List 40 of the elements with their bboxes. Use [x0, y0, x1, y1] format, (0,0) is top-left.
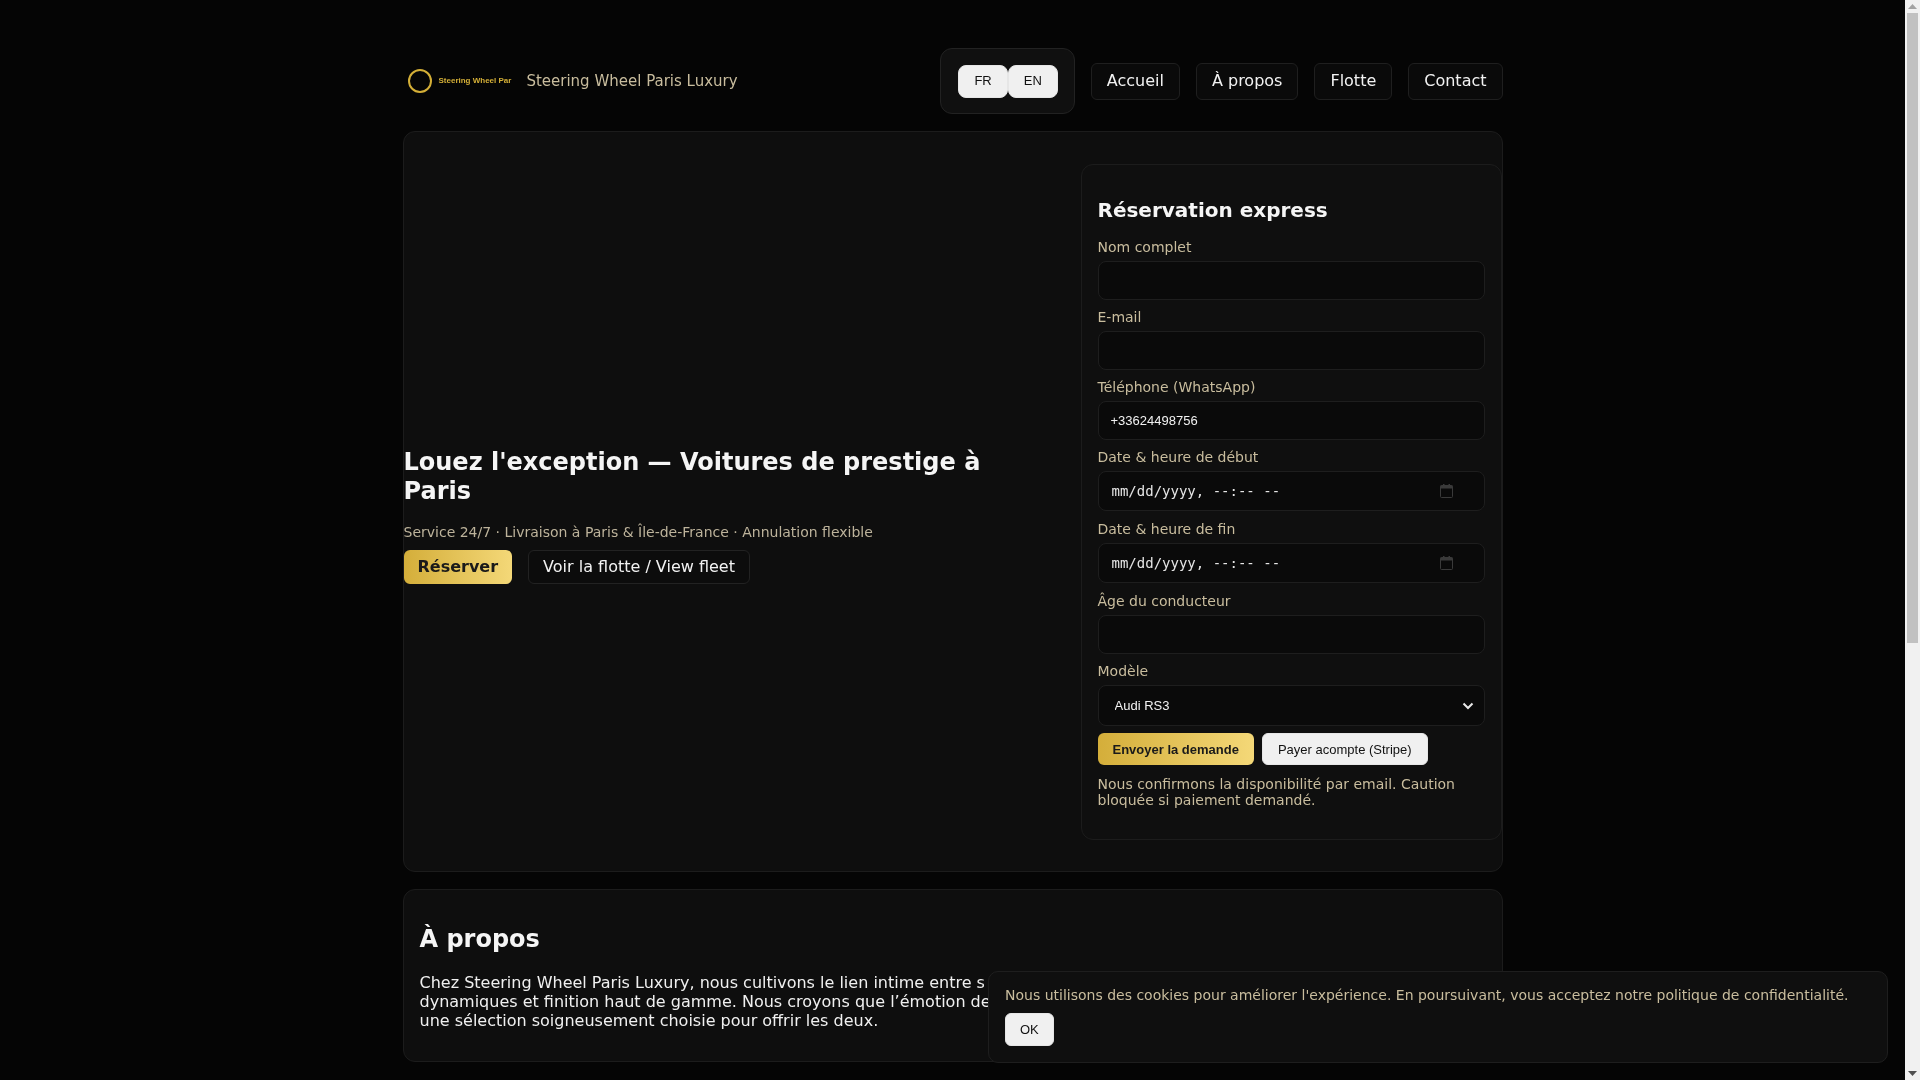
nav-link[interactable]: Flotte [1314, 62, 1393, 100]
accept-button[interactable]: OK [1005, 1013, 1054, 1046]
text-field[interactable]: +33624498756 [1097, 401, 1485, 440]
scrollbar-thumb[interactable] [1907, 13, 1918, 643]
field-label: Date & heure de fin [1097, 520, 1237, 539]
field-label: Téléphone (WhatsApp) [1097, 378, 1257, 397]
scroll-up-icon[interactable] [1908, 4, 1917, 9]
calendar-icon [1439, 484, 1453, 498]
nav-link[interactable]: Contact [1408, 62, 1503, 100]
nav-link[interactable]: À propos [1195, 62, 1299, 100]
primary-button[interactable]: Réserver [403, 549, 513, 584]
about-text: une sélection soigneusement choisie pour offrir les deux. [419, 1010, 879, 1030]
form-title: Réservation express [1097, 198, 1329, 222]
cookie-text: Nous utilisons des cookies pour améliorer l'expérience. En poursuivant, vous acceptez notre politique de confidentialité. [1005, 986, 1850, 1005]
hero-subtitle: Service 24/7 · Livraison à Paris & Île-de-France · Annulation flexible [403, 522, 874, 542]
primary-button[interactable]: Envoyer la demande [1097, 733, 1254, 765]
field-label: Nom complet [1097, 238, 1193, 257]
field-label: Date & heure de début [1097, 448, 1260, 467]
language-button[interactable]: FR [958, 64, 1008, 98]
hero-title: Louez l'exception — Voitures de prestige à Paris [403, 448, 982, 506]
nav-link[interactable]: Accueil [1090, 62, 1180, 100]
brand-name: Steering Wheel Paris Luxury [526, 70, 738, 92]
calendar-icon [1439, 556, 1453, 570]
scroll-down-icon[interactable] [1908, 1071, 1917, 1076]
field-label: Modèle [1097, 662, 1150, 681]
field-label: Âge du conducteur [1097, 591, 1232, 611]
chevron-down-icon [1461, 702, 1474, 710]
date-time-field[interactable]: mm/dd/yyyy, --:-- -- [1097, 543, 1485, 583]
scrollbar[interactable] [1905, 0, 1920, 1080]
language-button[interactable]: EN [1007, 64, 1058, 98]
field-label: E-mail [1097, 308, 1143, 327]
dropdown-field[interactable]: Audi RS3 [1097, 685, 1485, 726]
section-title: À propos [419, 925, 541, 954]
about-text: Chez Steering Wheel Paris Luxury, nous cultivons le lien intime entre s [419, 972, 985, 992]
form-note: Nous confirmons la disponibilité par email. Caution bloquée si paiement demandé. [1097, 776, 1456, 808]
outline-button[interactable]: Voir la flotte / View fleet [528, 549, 750, 584]
date-time-field[interactable]: mm/dd/yyyy, --:-- -- [1097, 471, 1485, 511]
logo-text: Steering Wheel Par [438, 77, 512, 85]
secondary-button[interactable]: Payer acompte (Stripe) [1261, 733, 1428, 765]
ring-icon [407, 69, 432, 93]
